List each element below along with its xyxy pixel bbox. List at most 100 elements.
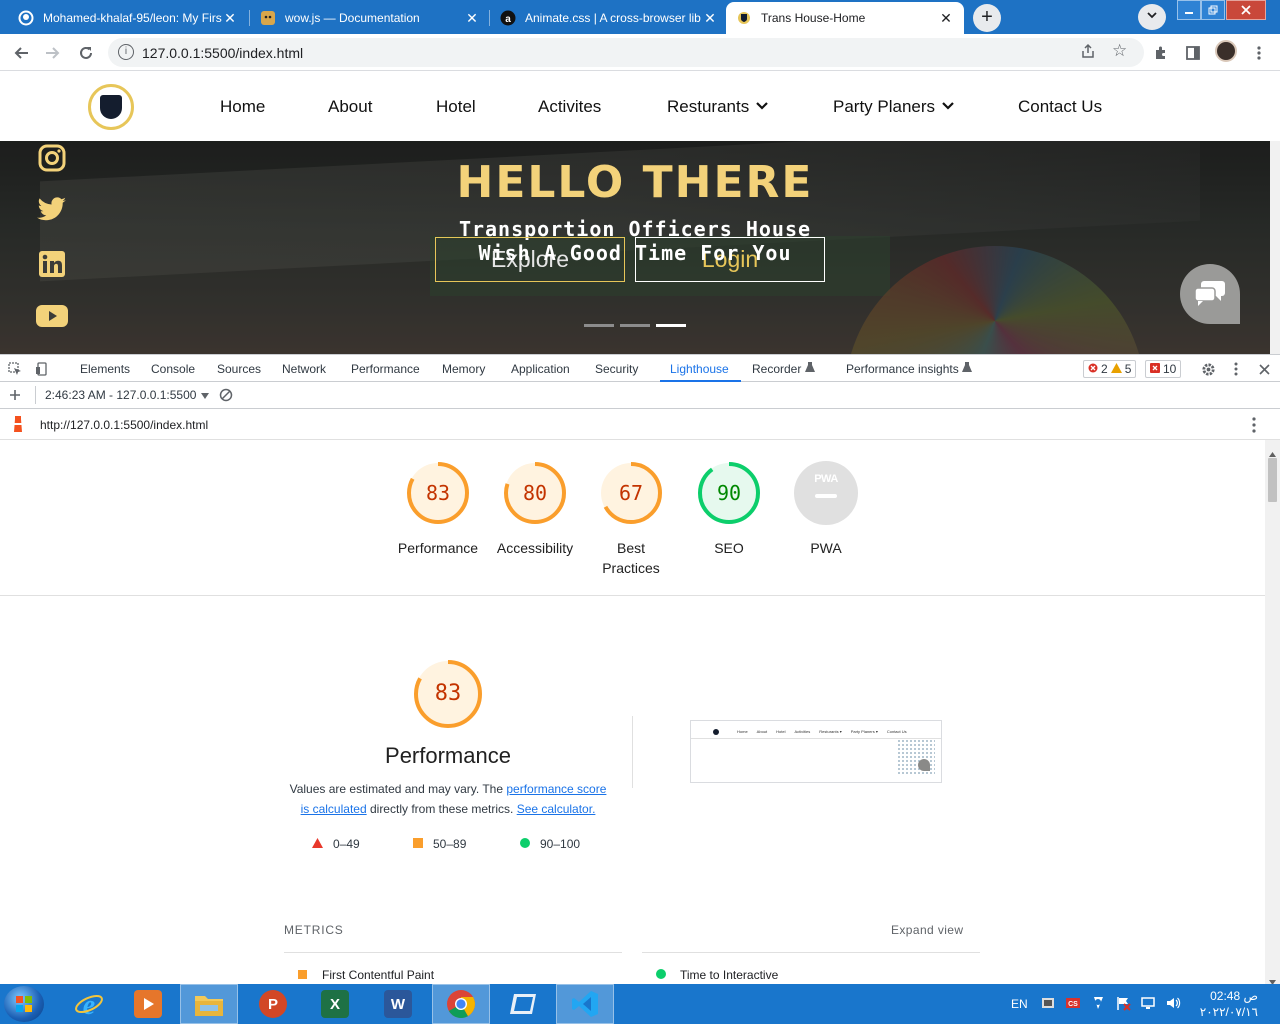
file-explorer-icon[interactable] bbox=[180, 984, 238, 1024]
gauge-best-practices[interactable]: 67 Best Practices bbox=[582, 460, 680, 578]
devtools-tab-console[interactable]: Console bbox=[151, 362, 195, 376]
volume-tray-icon[interactable] bbox=[1165, 995, 1181, 1014]
gauge-performance[interactable]: 83 Performance bbox=[388, 460, 488, 558]
experiment-flask-icon bbox=[962, 362, 973, 376]
site-logo[interactable] bbox=[88, 84, 134, 130]
tab-label: Recorder bbox=[752, 362, 802, 376]
chrome-icon[interactable] bbox=[432, 984, 490, 1024]
nav-resturants[interactable]: Resturants bbox=[667, 97, 768, 117]
back-button[interactable] bbox=[8, 40, 34, 66]
scrollbar-thumb[interactable] bbox=[1268, 458, 1277, 502]
metric-time-to-interactive[interactable]: Time to Interactive bbox=[656, 968, 778, 982]
nav-hotel[interactable]: Hotel bbox=[436, 97, 476, 117]
tab-wowjs[interactable]: wow.js — Documentation ✕ bbox=[250, 2, 490, 34]
close-devtools-icon[interactable] bbox=[1255, 360, 1273, 378]
language-indicator[interactable]: EN bbox=[1011, 984, 1028, 1024]
powerpoint-icon[interactable]: P bbox=[244, 984, 302, 1024]
gauge-accessibility[interactable]: 80 Accessibility bbox=[485, 460, 585, 558]
word-icon[interactable]: W bbox=[369, 984, 427, 1024]
vscode-icon[interactable] bbox=[556, 984, 614, 1024]
carousel-indicator-1[interactable] bbox=[584, 324, 614, 327]
reload-button[interactable] bbox=[73, 40, 99, 66]
thumb-chat-icon bbox=[918, 759, 930, 771]
nav-about[interactable]: About bbox=[328, 97, 372, 117]
devtools-tab-performance[interactable]: Performance bbox=[351, 362, 420, 376]
nav-party-planers[interactable]: Party Planers bbox=[833, 97, 954, 117]
devtools-tab-memory[interactable]: Memory bbox=[442, 362, 485, 376]
issues-badge[interactable]: 10 bbox=[1145, 360, 1182, 378]
new-tab-button[interactable]: + bbox=[973, 4, 1001, 32]
share-icon[interactable] bbox=[1080, 43, 1096, 63]
hero-subtitle-line2: Wish A Good Time For You bbox=[478, 241, 792, 265]
excel-icon[interactable]: X bbox=[306, 984, 364, 1024]
close-icon[interactable]: ✕ bbox=[464, 10, 480, 27]
console-counts-badge[interactable]: 2 5 bbox=[1083, 360, 1137, 378]
app-tray-icon[interactable] bbox=[1090, 995, 1106, 1014]
tab-search-button[interactable] bbox=[1138, 4, 1166, 30]
metric-first-contentful-paint[interactable]: First Contentful Paint bbox=[298, 968, 434, 982]
gauge-seo[interactable]: 90 SEO bbox=[679, 460, 779, 558]
gauge-pwa[interactable]: PWA PWA bbox=[776, 460, 876, 558]
close-icon[interactable]: ✕ bbox=[938, 10, 954, 27]
doge-icon bbox=[260, 10, 276, 26]
new-report-plus-icon[interactable] bbox=[6, 386, 24, 404]
minimize-button[interactable] bbox=[1177, 0, 1201, 20]
gear-icon[interactable] bbox=[1199, 360, 1217, 378]
ie-icon[interactable]: e bbox=[60, 984, 118, 1024]
inspect-element-icon[interactable] bbox=[6, 360, 24, 378]
devtools-tab-elements[interactable]: Elements bbox=[80, 362, 130, 376]
device-toolbar-icon[interactable] bbox=[33, 360, 51, 378]
forward-button[interactable] bbox=[40, 40, 66, 66]
tab-animatecss[interactable]: a Animate.css | A cross-browser lib ✕ bbox=[490, 2, 728, 34]
report-menu-icon[interactable] bbox=[1252, 417, 1256, 436]
extensions-icon[interactable] bbox=[1148, 40, 1174, 66]
devtools-menu-icon[interactable] bbox=[1227, 360, 1245, 378]
taskbar-clock[interactable]: 02:48 ص ٢٠٢٢/٠٧/١٦ bbox=[1188, 988, 1258, 1020]
network-tray-icon[interactable] bbox=[1140, 995, 1156, 1014]
chat-icon[interactable] bbox=[1180, 264, 1240, 324]
expand-view-toggle[interactable]: Expand view bbox=[891, 923, 963, 937]
report-scrollbar[interactable] bbox=[1265, 440, 1280, 985]
start-button[interactable] bbox=[4, 986, 44, 1022]
devtools-tab-security[interactable]: Security bbox=[595, 362, 638, 376]
gauge-label: SEO bbox=[714, 540, 744, 556]
report-selector[interactable]: 2:46:23 AM - 127.0.0.1:5500 bbox=[45, 388, 210, 402]
devtools-tab-network[interactable]: Network bbox=[282, 362, 326, 376]
close-window-button[interactable] bbox=[1226, 0, 1266, 20]
final-screenshot-thumbnail[interactable]: Home About Hotel Activities Resturants ▾ Part… bbox=[690, 720, 942, 783]
tab-strip: Mohamed-khalaf-95/leon: My First ✕ wow.j… bbox=[0, 0, 1280, 34]
flag-tray-icon[interactable] bbox=[1115, 995, 1131, 1014]
antivirus-tray-icon[interactable]: CS bbox=[1065, 995, 1081, 1014]
chrome-menu-icon[interactable] bbox=[1246, 40, 1272, 66]
address-bar[interactable]: i 127.0.0.1:5500/index.html ☆ bbox=[108, 38, 1144, 67]
nav-contact-us[interactable]: Contact Us bbox=[1018, 97, 1102, 117]
close-icon[interactable]: ✕ bbox=[702, 10, 718, 27]
devtools-tab-performance-insights[interactable]: Performance insights bbox=[846, 362, 973, 376]
clock-time: 02:48 ص bbox=[1210, 989, 1258, 1003]
restore-button[interactable] bbox=[1201, 0, 1225, 20]
youtube-icon[interactable] bbox=[36, 300, 68, 332]
see-calculator-link[interactable]: See calculator. bbox=[517, 802, 596, 816]
page-scrollbar[interactable] bbox=[1270, 141, 1280, 354]
devtools-tab-sources[interactable]: Sources bbox=[217, 362, 261, 376]
carousel-indicator-2[interactable] bbox=[620, 324, 650, 327]
side-panel-icon[interactable] bbox=[1180, 40, 1206, 66]
devtools-tab-lighthouse[interactable]: Lighthouse bbox=[670, 362, 729, 376]
nav-home[interactable]: Home bbox=[220, 97, 265, 117]
tab-trans-house[interactable]: Trans House-Home ✕ bbox=[726, 2, 964, 34]
info-icon[interactable]: i bbox=[118, 44, 134, 60]
security-tray-icon[interactable] bbox=[1040, 995, 1056, 1014]
devtools-tab-application[interactable]: Application bbox=[511, 362, 570, 376]
clear-reports-icon[interactable] bbox=[217, 386, 235, 404]
nav-activites[interactable]: Activites bbox=[538, 97, 601, 117]
remote-desktop-icon[interactable] bbox=[494, 984, 552, 1024]
close-icon[interactable]: ✕ bbox=[222, 10, 238, 27]
bookmark-star-icon[interactable]: ☆ bbox=[1112, 41, 1127, 61]
devtools-tabbar: Elements Console Sources Network Perform… bbox=[0, 354, 1280, 382]
tab-github[interactable]: Mohamed-khalaf-95/leon: My First ✕ bbox=[8, 2, 248, 34]
tab-label: Performance insights bbox=[846, 362, 959, 376]
profile-avatar[interactable] bbox=[1215, 40, 1237, 62]
media-player-icon[interactable] bbox=[119, 984, 177, 1024]
carousel-indicator-3[interactable] bbox=[656, 324, 686, 327]
devtools-tab-recorder[interactable]: Recorder bbox=[752, 362, 815, 376]
